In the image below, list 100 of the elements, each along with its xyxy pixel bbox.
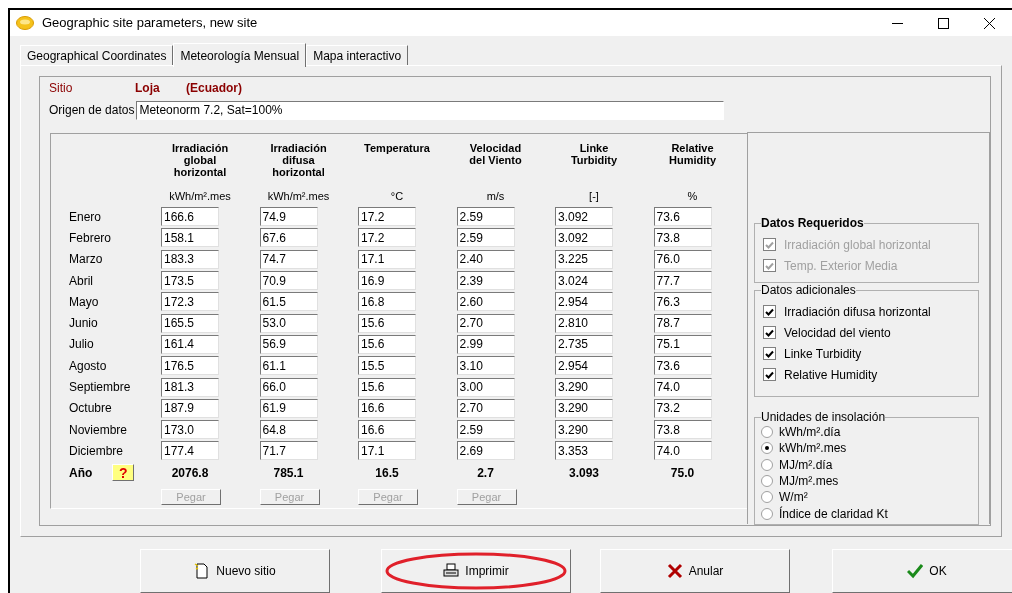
value-field[interactable]: 77.7 <box>653 271 712 291</box>
value-field[interactable]: 15.6 <box>358 313 416 333</box>
value-field[interactable]: 61.1 <box>259 356 318 376</box>
app-icon <box>16 16 34 30</box>
tab[interactable]: Mapa interactivo <box>306 45 409 66</box>
value-field[interactable]: 73.8 <box>653 420 712 440</box>
value-field[interactable]: 173.0 <box>161 420 219 440</box>
dialog-button[interactable]: Nuevo sitio <box>140 549 330 593</box>
tab[interactable]: Meteorología Mensual <box>173 43 307 67</box>
value-field[interactable]: 3.092 <box>555 228 613 248</box>
value-field[interactable]: 183.3 <box>161 249 219 269</box>
value-field[interactable]: 2.99 <box>456 334 515 354</box>
checkbox[interactable] <box>763 347 776 360</box>
value-field[interactable]: 2.60 <box>456 292 515 312</box>
value-field[interactable]: 71.7 <box>259 441 318 461</box>
dialog-button[interactable]: OK <box>832 549 1012 593</box>
checkbox-label: Relative Humidity <box>784 366 878 384</box>
value-field[interactable]: 2.39 <box>456 271 515 291</box>
value-field[interactable]: 74.0 <box>653 377 712 397</box>
value-field[interactable]: 78.7 <box>653 313 712 333</box>
value-field[interactable]: 2.70 <box>456 313 515 333</box>
value-field[interactable]: 161.4 <box>161 334 219 354</box>
value-field[interactable]: 17.2 <box>358 207 416 227</box>
checkbox-label: Velocidad del viento <box>784 324 891 342</box>
value-field[interactable]: 73.8 <box>653 228 712 248</box>
value-field[interactable]: 74.9 <box>259 207 318 227</box>
value-field[interactable]: 15.6 <box>358 377 416 397</box>
value-field[interactable]: 17.2 <box>358 228 416 248</box>
value-field[interactable]: 3.225 <box>555 249 613 269</box>
value-field[interactable]: 61.5 <box>259 292 318 312</box>
value-field[interactable]: 56.9 <box>259 334 318 354</box>
value-field[interactable]: 2.59 <box>456 420 515 440</box>
value-field[interactable]: 73.6 <box>653 207 712 227</box>
value-field[interactable]: 187.9 <box>161 398 219 418</box>
value-field[interactable]: 15.5 <box>358 356 416 376</box>
value-field[interactable]: 17.1 <box>358 249 416 269</box>
value-field[interactable]: 3.290 <box>555 420 613 440</box>
value-field[interactable]: 61.9 <box>259 398 318 418</box>
value-field[interactable]: 16.8 <box>358 292 416 312</box>
checkbox[interactable] <box>763 305 776 318</box>
value-field[interactable]: 165.5 <box>161 313 219 333</box>
radio-button[interactable] <box>761 426 773 439</box>
value-field[interactable]: 176.5 <box>161 356 219 376</box>
value-field[interactable]: 181.3 <box>161 377 219 397</box>
value-field[interactable]: 158.1 <box>161 228 219 248</box>
value-field[interactable]: 53.0 <box>259 313 318 333</box>
value-field[interactable]: 2.59 <box>456 228 515 248</box>
value-field[interactable]: 67.6 <box>259 228 318 248</box>
checkbox[interactable] <box>763 326 776 339</box>
value-field[interactable]: 2.40 <box>456 249 515 269</box>
column-header: Irradiación global horizontal <box>170 142 230 180</box>
radio-button[interactable] <box>761 475 773 488</box>
value-field[interactable]: 3.290 <box>555 398 613 418</box>
value-field[interactable]: 16.9 <box>358 271 416 291</box>
value-field[interactable]: 3.10 <box>456 356 515 376</box>
month-label: Junio <box>69 315 98 333</box>
value-field[interactable]: 75.1 <box>653 334 712 354</box>
radio-button[interactable] <box>761 507 773 520</box>
value-field[interactable]: 2.70 <box>456 398 515 418</box>
value-field[interactable]: 172.3 <box>161 292 219 312</box>
document-icon <box>194 563 211 580</box>
radio-label: W/m² <box>779 489 808 506</box>
value-field[interactable]: 3.353 <box>555 441 613 461</box>
value-field[interactable]: 2.954 <box>555 292 613 312</box>
value-field[interactable]: 16.6 <box>358 420 416 440</box>
value-field[interactable]: 66.0 <box>259 377 318 397</box>
radio-label: Índice de claridad Kt <box>779 505 888 523</box>
value-field[interactable]: 3.092 <box>555 207 613 227</box>
value-field[interactable]: 76.3 <box>653 292 712 312</box>
value-field[interactable]: 64.8 <box>259 420 318 440</box>
tab[interactable]: Geographical Coordinates <box>20 45 174 66</box>
value-field[interactable]: 76.0 <box>653 249 712 269</box>
value-field[interactable]: 3.00 <box>456 377 515 397</box>
value-field[interactable]: 3.024 <box>555 271 613 291</box>
value-field[interactable]: 2.59 <box>456 207 515 227</box>
value-field[interactable]: 2.735 <box>555 334 613 354</box>
close-icon <box>983 17 995 29</box>
radio-button[interactable] <box>761 491 773 504</box>
value-field[interactable]: 2.954 <box>555 356 613 376</box>
value-field[interactable]: 73.6 <box>653 356 712 376</box>
value-field[interactable]: 173.5 <box>161 271 219 291</box>
help-button[interactable]: ? <box>112 464 135 482</box>
value-field[interactable]: 2.810 <box>555 313 613 333</box>
value-field[interactable]: 70.9 <box>259 271 318 291</box>
year-total: 2.7 <box>476 464 495 482</box>
value-field[interactable]: 3.290 <box>555 377 613 397</box>
value-field[interactable]: 166.6 <box>161 207 219 227</box>
value-field[interactable]: 73.2 <box>653 398 712 418</box>
value-field[interactable]: 17.1 <box>358 441 416 461</box>
checkbox[interactable] <box>763 368 776 381</box>
value-field[interactable]: 2.69 <box>456 441 515 461</box>
radio-button[interactable] <box>761 442 773 455</box>
value-field[interactable]: 74.0 <box>653 441 712 461</box>
value-field[interactable]: 177.4 <box>161 441 219 461</box>
value-field[interactable]: 74.7 <box>259 249 318 269</box>
value-field[interactable]: 16.6 <box>358 398 416 418</box>
value-field[interactable]: 15.6 <box>358 334 416 354</box>
radio-button[interactable] <box>761 458 773 471</box>
dialog-button[interactable]: Anular <box>600 549 790 593</box>
source-field[interactable]: Meteonorm 7.2, Sat=100% <box>136 100 725 120</box>
